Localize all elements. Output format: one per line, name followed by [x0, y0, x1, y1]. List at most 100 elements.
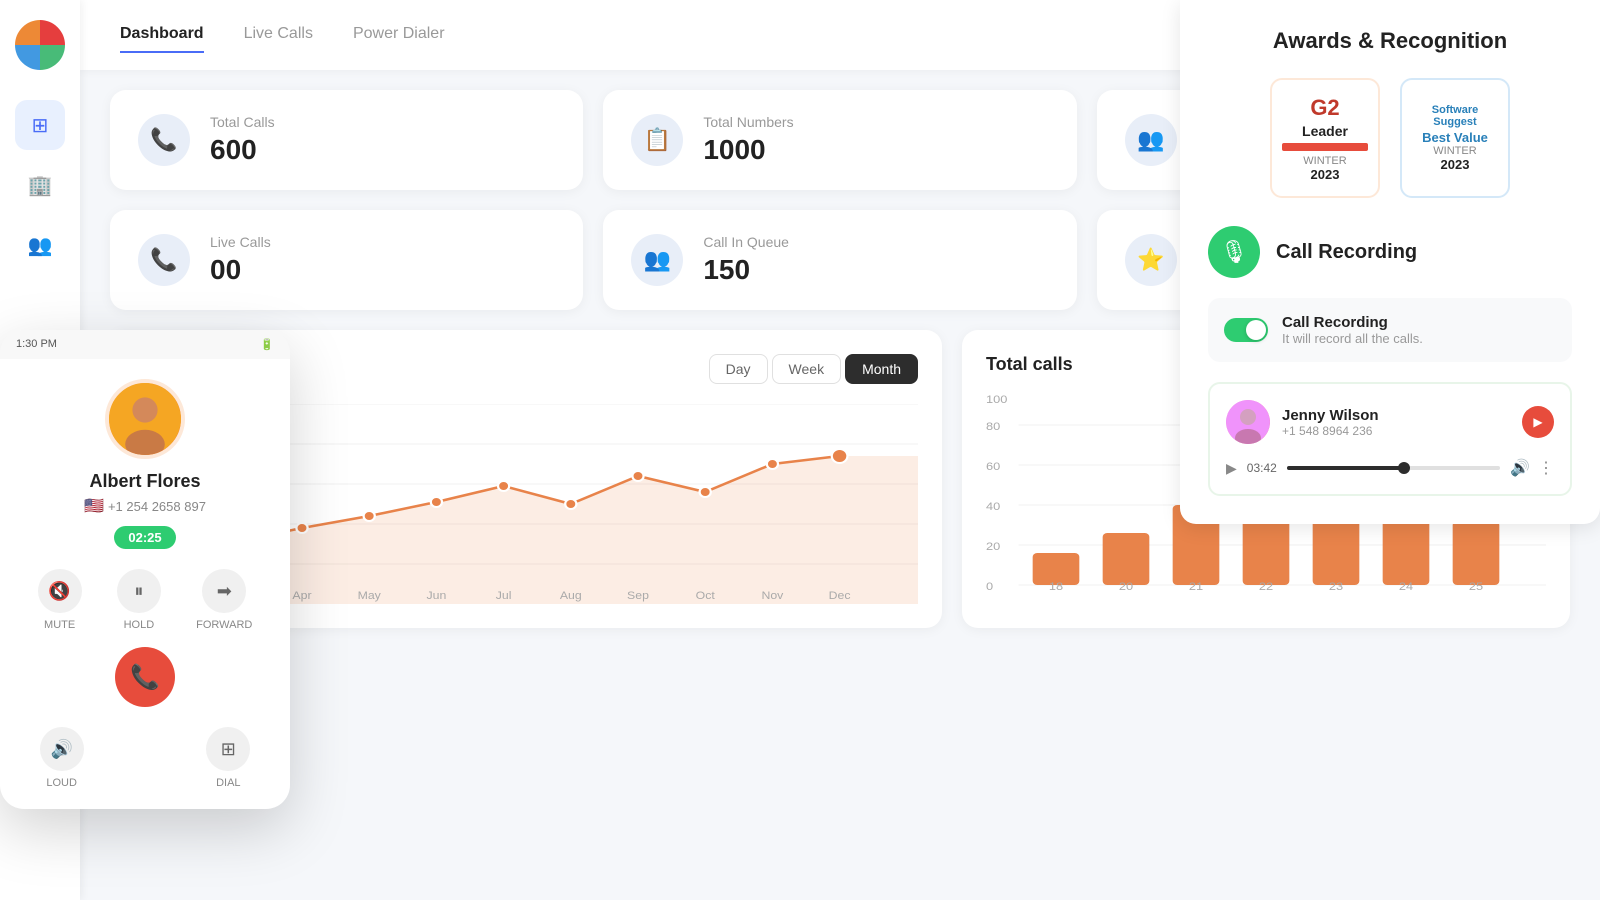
volume-icon[interactable]: 🔊 — [1510, 458, 1530, 478]
stat-total-numbers: 📋 Total Numbers 1000 — [603, 90, 1076, 190]
tab-power-dialer[interactable]: Power Dialer — [353, 17, 445, 53]
forward-label: FORWARD — [196, 619, 252, 631]
users-icon: 👥 — [28, 233, 53, 258]
ss-season: WINTER — [1433, 145, 1476, 157]
svg-text:0: 0 — [986, 580, 994, 593]
svg-text:Nov: Nov — [761, 590, 783, 602]
stat-live-calls: 📞 Live Calls 00 — [110, 210, 583, 310]
phone-caller-name: Albert Flores — [20, 471, 270, 492]
phone-flag: 🇺🇸 — [84, 496, 104, 516]
ss-year: 2023 — [1441, 157, 1470, 172]
svg-text:100: 100 — [986, 395, 1008, 406]
hold-icon: ⏸ — [117, 569, 161, 613]
jenny-avatar — [1226, 400, 1270, 444]
phone-time: 1:30 PM — [16, 338, 57, 351]
recording-info-title: Call Recording — [1282, 314, 1556, 331]
svg-text:18: 18 — [1049, 580, 1064, 593]
toggle-knob — [1246, 320, 1266, 340]
call-recording-header: 🎙 Call Recording — [1208, 226, 1572, 278]
audio-scrubber[interactable] — [1398, 462, 1410, 474]
dial-label: DIAL — [216, 777, 240, 789]
sidebar-logo — [15, 20, 65, 70]
badge-software-suggest: SoftwareSuggest Best Value WINTER 2023 — [1400, 78, 1510, 198]
total-calls-label: Total Calls — [210, 114, 275, 130]
audio-play-icon[interactable]: ▶ — [1226, 460, 1237, 477]
awards-panel: Awards & Recognition G2 Leader WINTER 20… — [1180, 0, 1600, 524]
dial-icon: ⊞ — [206, 727, 250, 771]
mute-icon: 🔇 — [38, 569, 82, 613]
svg-text:20: 20 — [1119, 580, 1134, 593]
g2-leader-text: Leader — [1302, 123, 1348, 139]
call-timer: 02:25 — [114, 526, 175, 549]
loud-label: LOUD — [46, 777, 77, 789]
sidebar-item-users[interactable]: 👥 — [15, 220, 65, 270]
tab-live-calls[interactable]: Live Calls — [244, 17, 313, 53]
jenny-info: Jenny Wilson +1 548 8964 236 — [1282, 407, 1379, 438]
live-calls-icon: 📞 — [138, 234, 190, 286]
mute-label: MUTE — [44, 619, 75, 631]
audio-time: 03:42 — [1247, 461, 1277, 475]
time-tab-day[interactable]: Day — [709, 354, 768, 384]
svg-text:40: 40 — [986, 500, 1001, 513]
queue-icon: 👥 — [631, 234, 683, 286]
live-calls-value: 00 — [210, 254, 271, 286]
phone-overlay: 1:30 PM 🔋 Albert Flores 🇺🇸 +1 254 2658 8… — [0, 330, 290, 809]
phone-number-text: +1 254 2658 897 — [108, 499, 206, 514]
phone-status-bar: 1:30 PM 🔋 — [0, 330, 290, 359]
queue-label: Call In Queue — [703, 234, 789, 250]
total-numbers-value: 1000 — [703, 134, 793, 166]
phone-action-dial[interactable]: ⊞ DIAL — [206, 727, 250, 789]
audio-fill — [1287, 466, 1404, 470]
svg-text:Oct: Oct — [696, 590, 716, 602]
total-users-icon: 👥 — [1125, 114, 1177, 166]
more-options-icon[interactable]: ⋮ — [1538, 458, 1554, 478]
phone-action-loud[interactable]: 🔊 LOUD — [40, 727, 84, 789]
recording-info-sub: It will record all the calls. — [1282, 331, 1556, 346]
g2-accent-bar — [1282, 143, 1368, 151]
jenny-phone: +1 548 8964 236 — [1282, 424, 1379, 438]
sidebar-item-dashboard[interactable]: ⊞ — [15, 100, 65, 150]
svg-text:23: 23 — [1329, 580, 1344, 593]
sidebar-item-buildings[interactable]: 🏢 — [15, 160, 65, 210]
total-calls-value: 600 — [210, 134, 275, 166]
play-recording-button[interactable]: ▶ — [1522, 406, 1554, 438]
badge-g2-leader: G2 Leader WINTER 2023 — [1270, 78, 1380, 198]
stat-total-calls: 📞 Total Calls 600 — [110, 90, 583, 190]
ss-value-text: Best Value — [1422, 130, 1488, 145]
svg-text:25: 25 — [1469, 580, 1484, 593]
total-calls-icon: 📞 — [138, 114, 190, 166]
live-calls-label: Live Calls — [210, 234, 271, 250]
queue-value: 150 — [703, 254, 789, 286]
phone-number-display: 🇺🇸 +1 254 2658 897 — [20, 496, 270, 516]
phone-body: Albert Flores 🇺🇸 +1 254 2658 897 02:25 🔇… — [0, 359, 290, 727]
audio-progress-bar[interactable] — [1287, 466, 1500, 470]
recording-toggle[interactable] — [1224, 318, 1268, 342]
end-call-button[interactable]: 📞 — [115, 647, 175, 707]
jenny-header: Jenny Wilson +1 548 8964 236 ▶ — [1226, 400, 1554, 444]
total-numbers-label: Total Numbers — [703, 114, 793, 130]
phone-action-mute[interactable]: 🔇 MUTE — [38, 569, 82, 631]
time-tab-month[interactable]: Month — [845, 354, 918, 384]
bar-chart-title: Total calls — [986, 354, 1073, 375]
svg-text:80: 80 — [986, 420, 1001, 433]
time-tabs: Day Week Month — [709, 354, 918, 384]
phone-battery: 🔋 — [260, 338, 274, 351]
g2-season: WINTER — [1303, 155, 1346, 167]
phone-action-forward[interactable]: ➡ FORWARD — [196, 569, 252, 631]
tab-dashboard[interactable]: Dashboard — [120, 17, 204, 53]
svg-text:May: May — [358, 590, 381, 602]
forward-icon: ➡ — [202, 569, 246, 613]
phone-action-hold[interactable]: ⏸ HOLD — [117, 569, 161, 631]
audio-player: ▶ 03:42 🔊 ⋮ — [1226, 458, 1554, 478]
svg-text:24: 24 — [1399, 580, 1414, 593]
time-tab-week[interactable]: Week — [772, 354, 842, 384]
recording-info: Call Recording It will record all the ca… — [1282, 314, 1556, 346]
svg-text:Aug: Aug — [560, 590, 582, 602]
svg-text:20: 20 — [986, 540, 1001, 553]
svg-text:60: 60 — [986, 460, 1001, 473]
hold-label: HOLD — [124, 619, 155, 631]
phone-avatar — [105, 379, 185, 459]
svg-text:Jul: Jul — [496, 590, 512, 602]
jenny-wilson-card: Jenny Wilson +1 548 8964 236 ▶ ▶ 03:42 🔊… — [1208, 382, 1572, 496]
svg-text:21: 21 — [1189, 580, 1204, 593]
